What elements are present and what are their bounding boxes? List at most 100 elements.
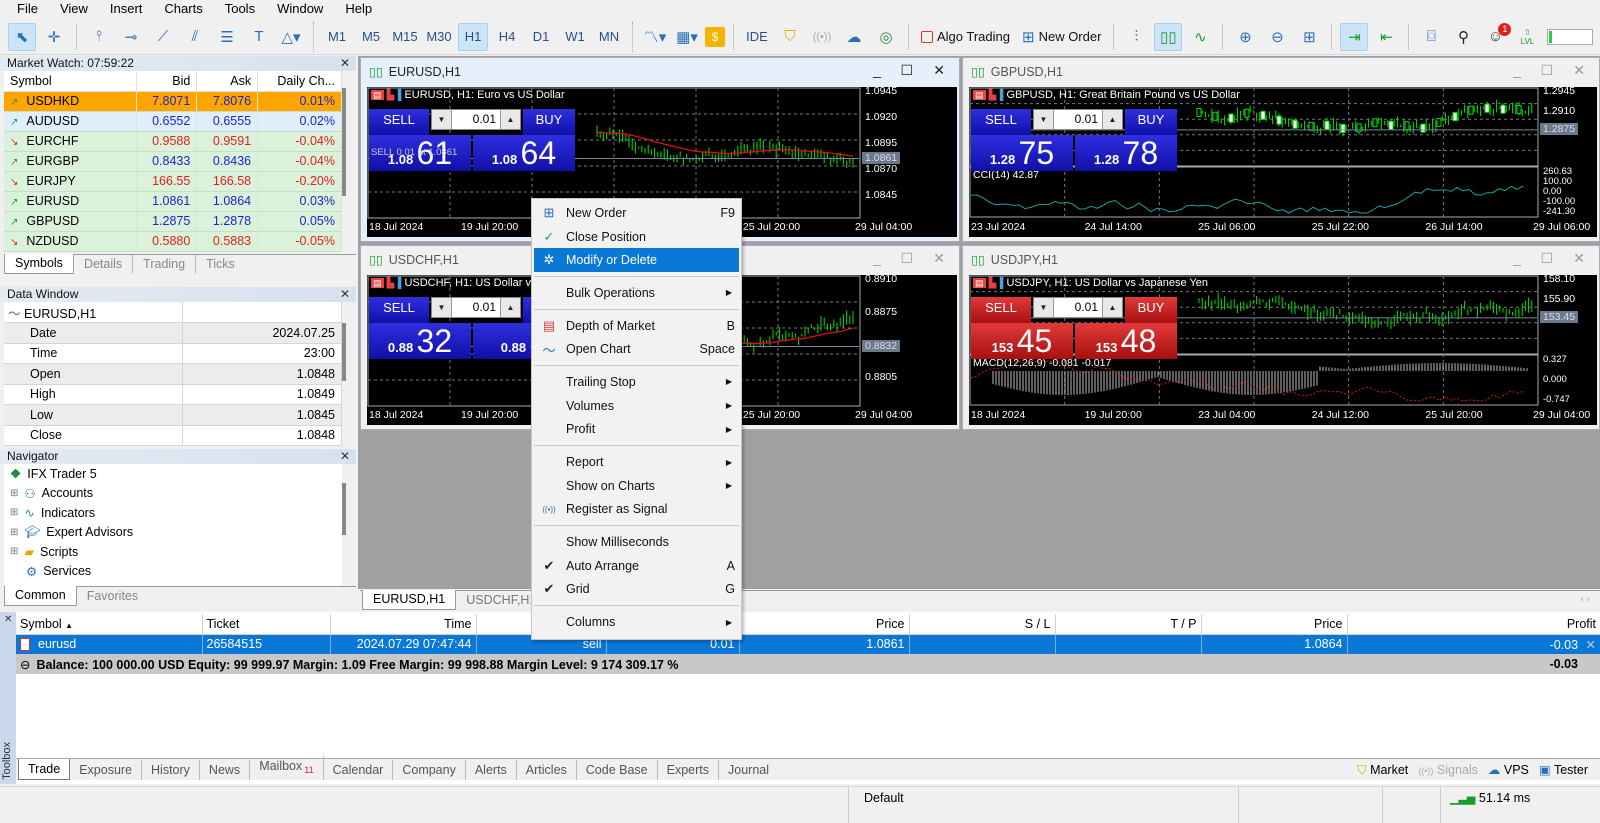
close-icon[interactable]: ✕ bbox=[340, 449, 350, 464]
crosshair-tool-icon[interactable]: ✛ bbox=[40, 23, 68, 51]
menu-item-auto-arrange[interactable]: ✔ Auto Arrange A bbox=[534, 554, 739, 578]
menu-item-bulk-operations[interactable]: Bulk Operations ▶ bbox=[534, 281, 739, 305]
column-header-symbol[interactable]: Symbol ▲ bbox=[16, 614, 203, 635]
maximize-button[interactable]: ☐ bbox=[1540, 250, 1553, 267]
menu-item-volumes[interactable]: Volumes ▶ bbox=[534, 394, 739, 418]
tab-ticks[interactable]: Ticks bbox=[196, 255, 245, 274]
menu-item-depth-of-market[interactable]: ▤ Depth of Market B bbox=[534, 314, 739, 338]
navigator-item-scripts[interactable]: ⊞ ▰ Scripts bbox=[10, 542, 342, 562]
tab-details[interactable]: Details bbox=[74, 254, 134, 274]
depth-of-market-icon[interactable]: ▤ bbox=[371, 90, 384, 100]
timeframe-h1[interactable]: H1 bbox=[458, 22, 488, 51]
menu-view[interactable]: View bbox=[49, 0, 99, 18]
menu-item-modify-or-delete[interactable]: ✲ Modify or Delete bbox=[534, 248, 739, 273]
indicators-icon[interactable]: 〽▾ bbox=[641, 23, 669, 51]
column-header-bid[interactable]: Bid bbox=[136, 71, 198, 92]
column-header-price[interactable]: Price bbox=[739, 614, 910, 635]
menu-insert[interactable]: Insert bbox=[99, 0, 154, 18]
algo-trading-button[interactable]: Algo Trading bbox=[917, 23, 1014, 51]
minimize-button[interactable]: _ bbox=[873, 62, 881, 78]
tab-trade[interactable]: Trade bbox=[18, 759, 71, 780]
chart-window-titlebar[interactable]: ▯▯ GBPUSD,H1 _ ☐ ✕ bbox=[963, 58, 1599, 85]
status-profile[interactable]: Default bbox=[864, 791, 904, 805]
level-icon[interactable]: ⇧ LVL bbox=[1513, 23, 1541, 51]
chart-template-icon[interactable]: ▦▾ bbox=[673, 23, 701, 51]
close-icon[interactable]: ✕ bbox=[4, 614, 12, 780]
chart-window[interactable]: ▯▯ USDJPY,H1 _ ☐ ✕ 158.10 155.90 153.45 18 J… bbox=[962, 245, 1600, 430]
minimize-button[interactable]: _ bbox=[873, 250, 881, 266]
chart-tab-eurusd[interactable]: EURUSD,H1 bbox=[362, 590, 457, 610]
connection-status[interactable]: ▁▃▅ 51.14 ms bbox=[1450, 791, 1530, 805]
market-bag-icon[interactable]: ⛉ bbox=[776, 23, 804, 51]
horizontal-line-icon[interactable]: ⊸ bbox=[117, 23, 145, 51]
menu-item-columns[interactable]: Columns ▶ bbox=[534, 610, 739, 634]
tab-symbols[interactable]: Symbols bbox=[4, 253, 74, 274]
trendline-icon[interactable]: ⟋ bbox=[149, 23, 177, 51]
column-header-time[interactable]: Time bbox=[330, 614, 477, 635]
timeframe-m5[interactable]: M5 bbox=[356, 23, 386, 51]
trade-sl[interactable] bbox=[909, 634, 1056, 654]
depth-of-market-icon[interactable]: ▤ bbox=[973, 90, 986, 100]
volume-down-button[interactable]: ▼ bbox=[432, 110, 452, 129]
vps-cloud-icon[interactable]: ☁ bbox=[840, 23, 868, 51]
close-button[interactable]: ✕ bbox=[933, 62, 945, 79]
tab-journal[interactable]: Journal bbox=[719, 760, 778, 780]
expand-icon[interactable]: ⊞ bbox=[10, 507, 18, 518]
tile-windows-icon[interactable]: ⊞ bbox=[1295, 23, 1323, 51]
tab-trading[interactable]: Trading bbox=[133, 254, 197, 274]
tab-mailbox[interactable]: Mailbox 11 bbox=[250, 755, 324, 780]
tab-alerts[interactable]: Alerts bbox=[466, 760, 517, 780]
column-header-tp[interactable]: T / P bbox=[1055, 614, 1202, 635]
sell-button[interactable]: SELL bbox=[369, 297, 429, 323]
minimize-button[interactable]: _ bbox=[1513, 250, 1521, 266]
buy-button[interactable]: BUY bbox=[523, 109, 575, 135]
chart-window[interactable]: ▯▯ GBPUSD,H1 _ ☐ ✕ 1.2945 1.2910 1.2875 23 J… bbox=[962, 57, 1600, 242]
zoom-out-icon[interactable]: ⊖ bbox=[1263, 23, 1291, 51]
price-chart[interactable]: 1.2945 1.2910 1.2875 23 Jul 2024 24 Jul 14:0… bbox=[969, 87, 1597, 237]
trade-level-label[interactable]: SELL 0.01 at 1.0861 bbox=[371, 147, 457, 158]
timeframe-m30[interactable]: M30 bbox=[424, 23, 454, 51]
candlestick-chart-icon[interactable]: ▯▯ bbox=[1154, 22, 1183, 51]
sell-button[interactable]: SELL bbox=[971, 109, 1031, 135]
navigator-item-accounts[interactable]: ⊞ ⚇ Accounts bbox=[10, 484, 342, 504]
buy-price-button[interactable]: 1.08 64 bbox=[473, 135, 575, 171]
close-icon[interactable]: ✕ bbox=[340, 56, 350, 71]
buy-button[interactable]: BUY bbox=[1125, 297, 1177, 323]
collapse-icon[interactable]: ⊖ bbox=[20, 658, 30, 672]
market-watch-row[interactable]: ↗ GBPUSD 1.2875 1.2878 0.05% bbox=[4, 211, 342, 232]
timeframe-m1[interactable]: M1 bbox=[322, 23, 352, 51]
price-chart[interactable]: 158.10 155.90 153.45 18 Jul 2024 19 Jul 20:0… bbox=[969, 275, 1597, 425]
market-watch-row[interactable]: ↗ EURUSD 1.0861 1.0864 0.03% bbox=[4, 191, 342, 212]
volume-down-button[interactable]: ▼ bbox=[1034, 110, 1054, 129]
sell-price-button[interactable]: 153 45 bbox=[971, 323, 1073, 359]
navigator-item-expert-advisors[interactable]: ⊞ 🎓︎ Expert Advisors bbox=[10, 523, 342, 543]
menu-charts[interactable]: Charts bbox=[153, 0, 213, 18]
expand-icon[interactable]: ⊞ bbox=[10, 527, 18, 538]
tab-scroll-arrows[interactable]: ‹ › bbox=[1581, 594, 1590, 605]
navigator-item-services[interactable]: ⚙ Services bbox=[10, 562, 342, 582]
menu-item-new-order[interactable]: ⊞ New Order F9 bbox=[534, 201, 739, 225]
line-chart-icon[interactable]: ∿ bbox=[1186, 23, 1214, 51]
tab-calendar[interactable]: Calendar bbox=[324, 760, 394, 780]
volume-up-button[interactable]: ▲ bbox=[1102, 110, 1122, 129]
volume-down-button[interactable]: ▼ bbox=[1034, 298, 1054, 317]
menu-item-report[interactable]: Report ▶ bbox=[534, 450, 739, 474]
screenshot-icon[interactable]: ⌼ bbox=[1417, 23, 1445, 51]
shapes-icon[interactable]: △▾ bbox=[277, 23, 305, 51]
bar-chart-icon[interactable]: ⫶ bbox=[1122, 23, 1150, 51]
chart-window-titlebar[interactable]: ▯▯ EURUSD,H1 _ ☐ ✕ bbox=[361, 58, 959, 85]
new-order-button[interactable]: ⊞ New Order bbox=[1018, 23, 1105, 51]
tab-company[interactable]: Company bbox=[393, 760, 466, 780]
trade-tp[interactable] bbox=[1055, 634, 1202, 654]
column-header-daily-change[interactable]: Daily Ch... bbox=[257, 71, 342, 92]
sell-price-button[interactable]: 1.28 75 bbox=[971, 135, 1073, 171]
tab-common[interactable]: Common bbox=[4, 586, 77, 606]
column-header-current-price[interactable]: Price bbox=[1201, 614, 1348, 635]
menu-window[interactable]: Window bbox=[266, 0, 334, 18]
market-watch-row[interactable]: ↘ NZDUSD 0.5880 0.5883 -0.05% bbox=[4, 231, 342, 252]
close-button[interactable]: ✕ bbox=[1573, 250, 1585, 267]
zoom-in-icon[interactable]: ⊕ bbox=[1231, 23, 1259, 51]
menu-item-register-as-signal[interactable]: ((•)) Register as Signal bbox=[534, 498, 739, 522]
menu-item-grid[interactable]: ✔ Grid G bbox=[534, 578, 739, 602]
volume-up-button[interactable]: ▲ bbox=[500, 298, 520, 317]
